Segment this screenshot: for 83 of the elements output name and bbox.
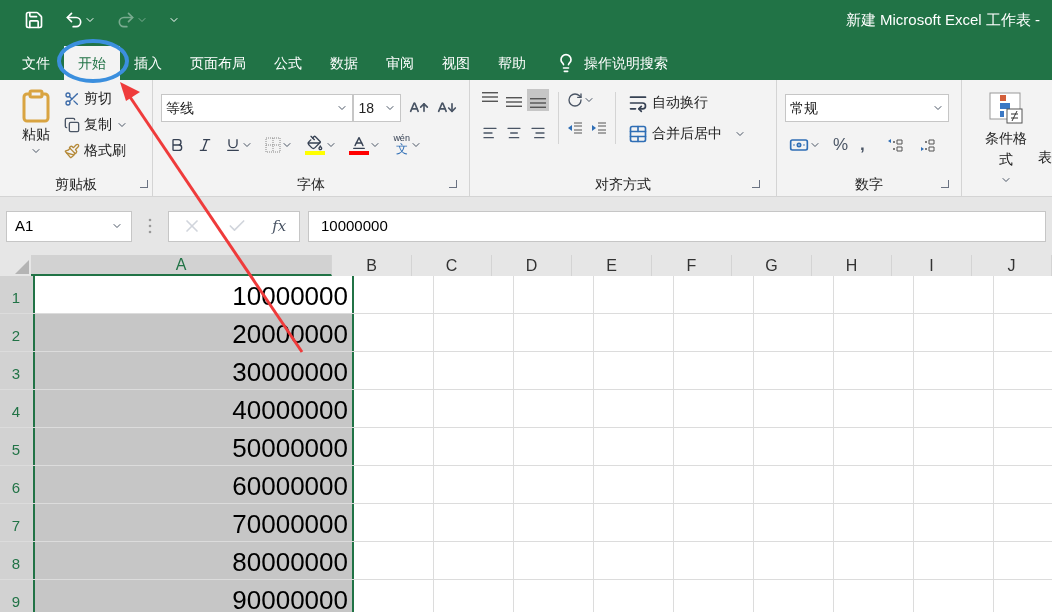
paste-button[interactable]: 粘贴: [16, 88, 56, 172]
tell-me-search[interactable]: 操作说明搜索: [584, 52, 668, 74]
column-header[interactable]: F: [652, 255, 732, 276]
align-center-icon[interactable]: [506, 125, 523, 141]
ribbon-tab[interactable]: 页面布局: [176, 46, 260, 80]
row-header[interactable]: 1: [0, 276, 33, 313]
table-cell[interactable]: 60000000: [33, 466, 354, 503]
ribbon-label: 表: [1038, 148, 1052, 167]
name-box[interactable]: A1: [6, 210, 132, 242]
phonetic-guide-button[interactable]: wén 文: [393, 134, 410, 155]
paintbrush-icon: [64, 142, 80, 159]
row-header[interactable]: 9: [0, 580, 33, 612]
group-label: 剪贴板: [55, 174, 98, 194]
ribbon-tab[interactable]: 视图: [428, 46, 484, 80]
undo-icon[interactable]: [64, 10, 84, 30]
column-header[interactable]: H: [812, 255, 892, 276]
table-cell[interactable]: 30000000: [33, 352, 354, 389]
column-header[interactable]: G: [732, 255, 812, 276]
row-header[interactable]: 2: [0, 314, 33, 351]
row-header[interactable]: 8: [0, 542, 33, 579]
merge-center-button[interactable]: 合并后居中: [628, 123, 747, 144]
underline-icon[interactable]: [225, 136, 242, 153]
align-left-icon[interactable]: [482, 125, 499, 141]
row-header[interactable]: 4: [0, 390, 33, 427]
group-label: 数字: [855, 174, 884, 194]
align-right-icon[interactable]: [530, 125, 547, 141]
window-title: 新建 Microsoft Excel 工作表 -: [845, 9, 1040, 30]
cut-button[interactable]: 剪切: [64, 88, 128, 109]
percent-style-button[interactable]: %: [833, 132, 849, 158]
format-painter-button[interactable]: 格式刷: [64, 140, 128, 161]
font-size-field[interactable]: 18: [353, 94, 402, 122]
decrease-indent-icon[interactable]: [567, 120, 584, 136]
dialog-launcher-icon[interactable]: [752, 180, 760, 188]
column-header[interactable]: A: [31, 255, 332, 276]
insert-function-button[interactable]: fx: [272, 214, 287, 238]
ribbon-tab[interactable]: 公式: [260, 46, 316, 80]
row-header[interactable]: 3: [0, 352, 33, 389]
table-cell[interactable]: 70000000: [33, 504, 354, 541]
align-top-icon[interactable]: [482, 92, 499, 102]
column-header[interactable]: I: [892, 255, 972, 276]
table-cell[interactable]: 90000000: [33, 580, 354, 612]
column-header[interactable]: E: [572, 255, 652, 276]
conditional-formatting-icon: [988, 92, 1025, 124]
copy-button[interactable]: 复制: [64, 114, 128, 135]
save-icon[interactable]: [24, 10, 44, 30]
conditional-formatting-button[interactable]: 条件格式: [978, 92, 1034, 196]
table-cell[interactable]: 40000000: [33, 390, 354, 427]
copy-icon: [64, 116, 80, 133]
align-bottom-button[interactable]: [527, 89, 550, 111]
fill-color-icon[interactable]: [307, 134, 324, 151]
increase-indent-icon[interactable]: [591, 120, 608, 136]
number-format-field[interactable]: 常规: [785, 94, 949, 122]
column-header[interactable]: C: [412, 255, 492, 276]
scissors-icon: [64, 90, 80, 107]
fill-color-swatch: [305, 150, 326, 155]
merge-cells-icon: [628, 123, 649, 144]
group-label: 字体: [297, 174, 326, 194]
formula-field[interactable]: 10000000: [308, 210, 1046, 242]
comma-style-button[interactable]: ,: [860, 132, 865, 158]
row-header[interactable]: 6: [0, 466, 33, 503]
align-bottom-icon[interactable]: [530, 98, 547, 108]
align-middle-icon[interactable]: [506, 96, 523, 107]
font-color-icon[interactable]: [351, 134, 368, 151]
table-cell[interactable]: 50000000: [33, 428, 354, 465]
font-name-field[interactable]: 等线: [161, 94, 354, 122]
dialog-launcher-icon[interactable]: [449, 180, 458, 188]
ribbon-tab[interactable]: 插入: [120, 46, 176, 80]
dialog-launcher-icon[interactable]: [140, 180, 149, 188]
group-label: 对齐方式: [595, 174, 652, 194]
ribbon-tab[interactable]: 审阅: [372, 46, 428, 80]
column-header[interactable]: J: [972, 255, 1052, 276]
ribbon-tab[interactable]: 帮助: [484, 46, 540, 80]
wrap-text-button[interactable]: 自动换行: [628, 92, 747, 113]
row-header[interactable]: 5: [0, 428, 33, 465]
font-color-swatch: [349, 150, 370, 155]
ribbon-tab[interactable]: 文件: [8, 46, 64, 80]
orientation-icon[interactable]: [567, 92, 584, 108]
table-cell[interactable]: 80000000: [33, 542, 354, 579]
more-icon: [148, 218, 152, 234]
row-header[interactable]: 7: [0, 504, 33, 541]
dialog-launcher-icon[interactable]: [941, 180, 950, 188]
column-header[interactable]: D: [492, 255, 572, 276]
ribbon-tab[interactable]: 数据: [316, 46, 372, 80]
